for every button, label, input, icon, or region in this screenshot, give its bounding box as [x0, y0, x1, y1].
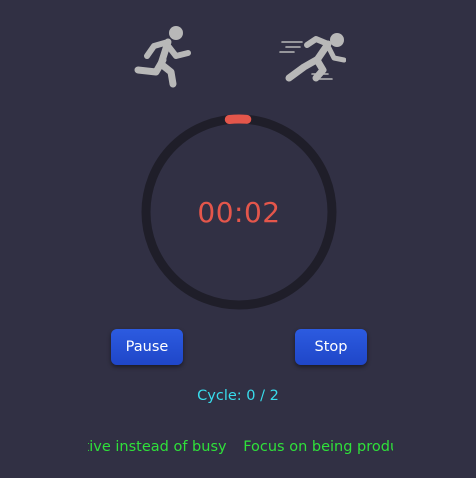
stop-button[interactable]: Stop	[295, 329, 367, 365]
ticker-message: Focus on being productive	[243, 439, 393, 455]
pomodoro-app: 00:02 Pause Stop Cycle: 0 / 2 Be product…	[0, 0, 476, 478]
ticker-message: Be productive instead of busy	[88, 439, 227, 455]
sprinting-person-icon[interactable]	[276, 22, 347, 92]
cycle-counter: Cycle: 0 / 2	[197, 388, 279, 404]
time-display: 00:02	[197, 195, 281, 229]
timer-ring: 00:02	[138, 111, 340, 313]
running-person-icon[interactable]	[128, 20, 198, 90]
ticker-track: Be productive instead of busy Focus on b…	[88, 439, 393, 455]
motivation-ticker: Be productive instead of busy Focus on b…	[88, 439, 393, 455]
pause-button[interactable]: Pause	[111, 329, 183, 365]
